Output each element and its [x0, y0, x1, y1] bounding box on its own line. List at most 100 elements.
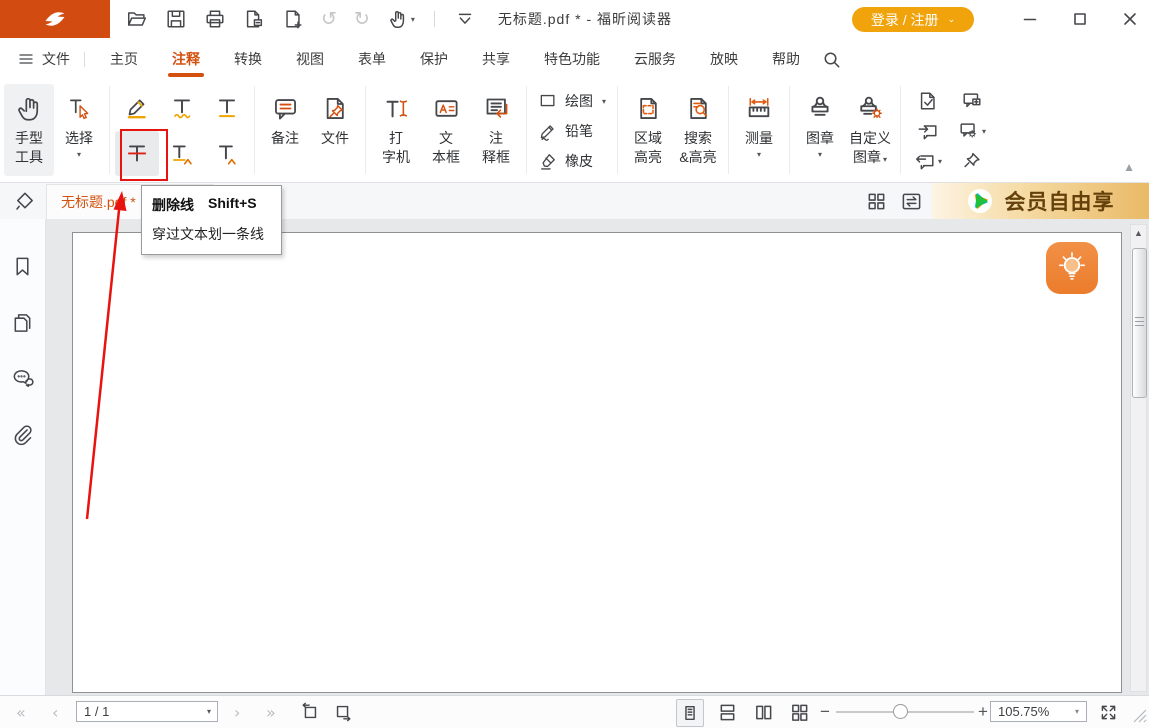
caret-down-icon[interactable]: ▾ — [207, 707, 211, 716]
hand-pointer-icon[interactable]: ▾ — [387, 8, 415, 30]
menu-cloud[interactable]: 云服务 — [617, 38, 693, 80]
pages-panel-icon[interactable] — [11, 311, 34, 334]
new-page-icon[interactable] — [282, 8, 304, 30]
caret-down-icon: ▾ — [883, 155, 887, 164]
facing-continuous-view-button[interactable] — [790, 703, 809, 722]
area-highlight-label: 区域 — [634, 130, 662, 146]
customize-toolbar-icon[interactable] — [454, 8, 476, 30]
select-tool-button[interactable]: 选择 ▾ — [54, 84, 104, 176]
zoom-level-input[interactable]: 105.75% ▾ — [990, 701, 1087, 722]
menu-view[interactable]: 视图 — [279, 38, 341, 80]
caret-down-icon: ▾ — [411, 15, 415, 24]
previous-view-icon[interactable] — [300, 696, 320, 728]
insert-text-tool[interactable] — [205, 131, 249, 176]
typewriter-button[interactable]: 打字机 — [371, 84, 421, 176]
attachments-panel-icon[interactable] — [11, 423, 34, 446]
note-button[interactable]: 备注 — [260, 84, 310, 176]
vertical-scrollbar[interactable]: ▲ — [1130, 224, 1147, 692]
continuous-view-button[interactable] — [718, 703, 737, 722]
menu-share[interactable]: 共享 — [465, 38, 527, 80]
menu-home[interactable]: 主页 — [93, 38, 155, 80]
next-view-icon[interactable] — [333, 696, 353, 728]
collapse-ribbon-icon[interactable]: ▲ — [1123, 160, 1135, 174]
menu-file[interactable]: 文件 — [0, 49, 84, 69]
file-attachment-label: 文件 — [321, 129, 349, 148]
textbox-button[interactable]: 文本框 — [421, 84, 471, 176]
textbox-label: 文 — [439, 130, 453, 146]
stamp-button[interactable]: 图章 ▾ — [795, 84, 845, 176]
custom-stamp-button[interactable]: 自定义图章▾ — [845, 84, 895, 176]
first-page-icon[interactable]: « — [16, 696, 26, 728]
search-icon[interactable] — [821, 49, 842, 70]
redo-icon[interactable]: ↻ — [354, 10, 370, 29]
replace-text-tool[interactable] — [160, 131, 204, 176]
comments-panel-icon[interactable] — [11, 367, 34, 390]
hand-tool-button[interactable]: 手型工具 — [4, 84, 54, 176]
note-bubble-icon — [272, 90, 299, 126]
close-button[interactable] — [1123, 12, 1137, 26]
tips-lightbulb-button[interactable] — [1046, 242, 1098, 294]
file-pin-icon — [322, 90, 349, 126]
approve-page-button[interactable] — [906, 86, 950, 116]
menu-help[interactable]: 帮助 — [755, 38, 817, 80]
search-highlight-button[interactable]: 搜索&高亮 — [673, 84, 723, 176]
single-page-view-button[interactable] — [676, 699, 704, 727]
membership-banner[interactable]: 会员自由享 — [932, 183, 1149, 219]
page-number-input[interactable]: 1 / 1 ▾ — [76, 701, 218, 722]
pdf-page[interactable] — [72, 232, 1122, 693]
hand-tool-label: 手型 — [15, 130, 43, 146]
tab-layout-grid-icon[interactable] — [866, 191, 887, 212]
login-register-button[interactable]: 登录 / 注册 ⌄ — [852, 7, 974, 32]
minimize-button[interactable] — [1023, 12, 1037, 26]
window-resize-grip[interactable] — [1133, 709, 1147, 726]
callout-button[interactable]: 注释框 — [471, 84, 521, 176]
save-icon[interactable] — [165, 8, 187, 30]
scroll-up-arrow[interactable]: ▲ — [1131, 228, 1146, 238]
previous-page-icon[interactable]: ‹ — [52, 696, 58, 728]
zoom-in-icon[interactable]: + — [978, 696, 988, 728]
open-file-icon[interactable] — [126, 8, 148, 30]
menu-protect[interactable]: 保护 — [403, 38, 465, 80]
fullscreen-icon[interactable] — [1098, 696, 1119, 728]
summarize-comments-button[interactable] — [950, 86, 994, 116]
file-attachment-button[interactable]: 文件 — [310, 84, 360, 176]
next-page-icon[interactable]: › — [234, 696, 240, 728]
custom-stamp-label: 自定义 — [849, 130, 891, 146]
menu-present[interactable]: 放映 — [693, 38, 755, 80]
foxit-logo[interactable] — [0, 0, 110, 38]
zoom-slider-handle[interactable] — [893, 704, 908, 719]
import-comments-button[interactable] — [906, 116, 950, 146]
export-comments-button[interactable]: ▾ — [906, 146, 950, 176]
scrollbar-thumb[interactable] — [1132, 248, 1147, 398]
menu-features[interactable]: 特色功能 — [527, 38, 617, 80]
copy-page-icon[interactable] — [243, 8, 265, 30]
strikethrough-tooltip: 删除线 Shift+S 穿过文本划一条线 — [141, 185, 282, 255]
measure-button[interactable]: 测量 ▾ — [734, 84, 784, 176]
menu-convert[interactable]: 转换 — [217, 38, 279, 80]
drawing-button[interactable]: 绘图 ▾ — [532, 88, 612, 114]
menu-form[interactable]: 表单 — [341, 38, 403, 80]
zoom-out-icon[interactable]: − — [820, 696, 830, 728]
strikethrough-tool[interactable] — [115, 131, 159, 176]
bookmarks-panel-icon[interactable] — [11, 255, 34, 278]
print-icon[interactable] — [204, 8, 226, 30]
keep-tool-pin-button[interactable] — [950, 146, 994, 176]
menu-comment[interactable]: 注释 — [155, 38, 217, 80]
squiggly-underline-tool[interactable] — [160, 85, 204, 130]
caret-down-icon[interactable]: ▾ — [1075, 707, 1079, 716]
divider — [109, 86, 110, 174]
area-highlight-button[interactable]: 区域高亮 — [623, 84, 673, 176]
facing-view-button[interactable] — [754, 703, 773, 722]
maximize-button[interactable] — [1073, 12, 1087, 26]
eraser-button[interactable]: 橡皮 — [532, 148, 612, 174]
comment-settings-button[interactable]: ▾ — [950, 116, 994, 146]
underline-tool[interactable] — [205, 85, 249, 130]
pencil-button[interactable]: 铅笔 — [532, 118, 612, 144]
undo-icon[interactable]: ↺ — [321, 10, 337, 29]
highlight-tool[interactable] — [115, 85, 159, 130]
drawing-group: 绘图 ▾ 铅笔 橡皮 — [532, 88, 612, 174]
tab-switch-icon[interactable] — [901, 191, 922, 212]
quick-eraser-icon[interactable] — [13, 190, 36, 213]
search-highlight-icon — [685, 90, 712, 126]
last-page-icon[interactable]: » — [266, 696, 276, 728]
